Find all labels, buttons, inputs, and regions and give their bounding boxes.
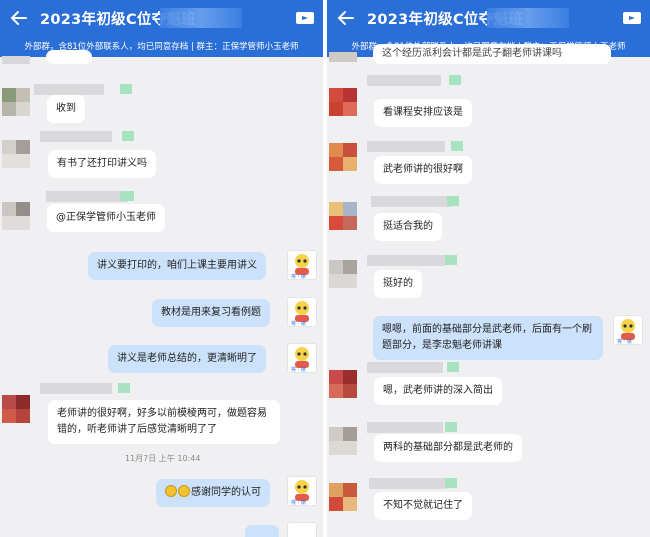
- message-bubble: 嗯，武老师讲的深入简出: [374, 377, 502, 405]
- my-message-bubble: 讲义要打印的，咱们上课主要用讲义: [88, 252, 266, 280]
- timestamp: 11月7日 上午 10:44: [125, 454, 201, 463]
- cartoon-mascot-icon[interactable]: 将 · 锁: [287, 250, 317, 280]
- message-bubble: 有书了还打印讲义吗: [48, 150, 156, 178]
- message-bubble: 不知不觉就记住了: [374, 492, 472, 520]
- chat-header: 2023年初级C位夺魁班: [0, 0, 323, 37]
- sender-name-blurred: [40, 383, 112, 394]
- message-bubble-partial: [46, 50, 92, 64]
- message-bubble: 两科的基础部分都是武老师的: [374, 434, 522, 462]
- avatar[interactable]: [2, 56, 30, 84]
- avatar[interactable]: [329, 52, 357, 80]
- message-bubble: 挺好的: [374, 270, 422, 298]
- cartoon-mascot-icon[interactable]: 将 · 锁: [613, 315, 643, 345]
- sender-tag: [118, 383, 130, 393]
- avatar[interactable]: [2, 140, 30, 168]
- avatar[interactable]: [2, 202, 30, 230]
- cartoon-mascot-icon[interactable]: 将 · 锁: [287, 476, 317, 506]
- sender-tag: [120, 191, 134, 201]
- message-bubble: 看课程安排应该是: [374, 99, 472, 127]
- svg-text:将 · 锁: 将 · 锁: [291, 273, 306, 279]
- sender-tag: [445, 422, 457, 432]
- my-message-bubble: 嗯嗯，前面的基础部分是武老师，后面有一个刷题部分，是李忠魁老师讲课: [373, 316, 603, 360]
- avatar[interactable]: [329, 260, 357, 288]
- sender-tag: [445, 478, 457, 488]
- sender-name-blurred: [34, 84, 104, 95]
- sender-name-blurred: [367, 255, 445, 266]
- message-bubble: 老师讲的很好啊，好多以前模棱两可，做题容易错的，听老师讲了后感觉清晰明了了: [48, 400, 280, 444]
- sender-name-blurred: [40, 131, 112, 142]
- video-camera-icon[interactable]: [295, 10, 315, 26]
- sender-name-blurred: [369, 478, 447, 489]
- svg-text:将 · 锁: 将 · 锁: [291, 499, 306, 505]
- sender-name-blurred: [371, 196, 451, 207]
- my-message-bubble: 讲义是老师总结的，更清晰明了: [108, 345, 266, 373]
- svg-text:将 · 锁: 将 · 锁: [291, 320, 306, 326]
- sender-tag: [120, 84, 132, 94]
- message-text: 感谢同学的认可: [191, 487, 261, 498]
- video-camera-icon[interactable]: [622, 10, 642, 26]
- message-bubble: 武老师讲的很好啊: [374, 156, 472, 184]
- sender-tag: [449, 75, 461, 85]
- message-bubble: @正保学管师小玉老师: [47, 204, 165, 232]
- chat-window-left: 2023年初级C位夺魁班 外部群，含81位外部联系人，均已同意存档 | 群主：正…: [0, 0, 323, 537]
- avatar[interactable]: [2, 88, 30, 116]
- message-bubble: 挺适合我的: [374, 213, 442, 241]
- arrow-left-icon[interactable]: [337, 9, 355, 27]
- sender-tag: [451, 141, 463, 151]
- smile-emoji-icon: [165, 485, 177, 497]
- my-message-bubble-partial: [245, 525, 279, 537]
- avatar[interactable]: [329, 202, 357, 230]
- sender-name-blurred: [367, 362, 443, 373]
- sender-tag: [447, 362, 459, 372]
- svg-text:将 · 锁: 将 · 锁: [617, 338, 632, 344]
- avatar[interactable]: [329, 483, 357, 511]
- sender-name-blurred: [367, 422, 443, 433]
- message-bubble: 收到: [47, 95, 85, 123]
- blurred-title-suffix: [487, 8, 569, 28]
- sender-tag: [445, 255, 457, 265]
- sender-tag: [447, 196, 459, 206]
- chat-header: 2023年初级C位夺魁班: [327, 0, 650, 37]
- arrow-left-icon[interactable]: [10, 9, 28, 27]
- sender-name-blurred: [367, 75, 441, 86]
- my-message-bubble: 感谢同学的认可: [156, 479, 270, 507]
- cartoon-mascot-icon[interactable]: 将 · 锁: [287, 343, 317, 373]
- avatar[interactable]: [329, 427, 357, 455]
- sender-name-blurred: [367, 141, 445, 152]
- cartoon-mascot-icon[interactable]: [287, 522, 317, 537]
- sender-name-blurred: [46, 191, 128, 202]
- smile-emoji-icon: [178, 485, 190, 497]
- my-message-bubble: 教材是用来复习看例题: [152, 299, 270, 327]
- chat-window-right: 2023年初级C位夺魁班 外部群，含81位外部联系人，均已同意存档 | 群主：正…: [327, 0, 650, 537]
- cartoon-mascot-icon[interactable]: 将 · 锁: [287, 297, 317, 327]
- sender-tag: [122, 131, 134, 141]
- message-bubble-partial: 这个经历派利会计都是武子翻老师讲课吗: [373, 44, 611, 64]
- svg-text:将 · 锁: 将 · 锁: [291, 366, 306, 372]
- avatar[interactable]: [2, 395, 30, 423]
- avatar[interactable]: [329, 88, 357, 116]
- avatar[interactable]: [329, 143, 357, 171]
- avatar[interactable]: [329, 370, 357, 398]
- blurred-title-suffix: [160, 8, 242, 28]
